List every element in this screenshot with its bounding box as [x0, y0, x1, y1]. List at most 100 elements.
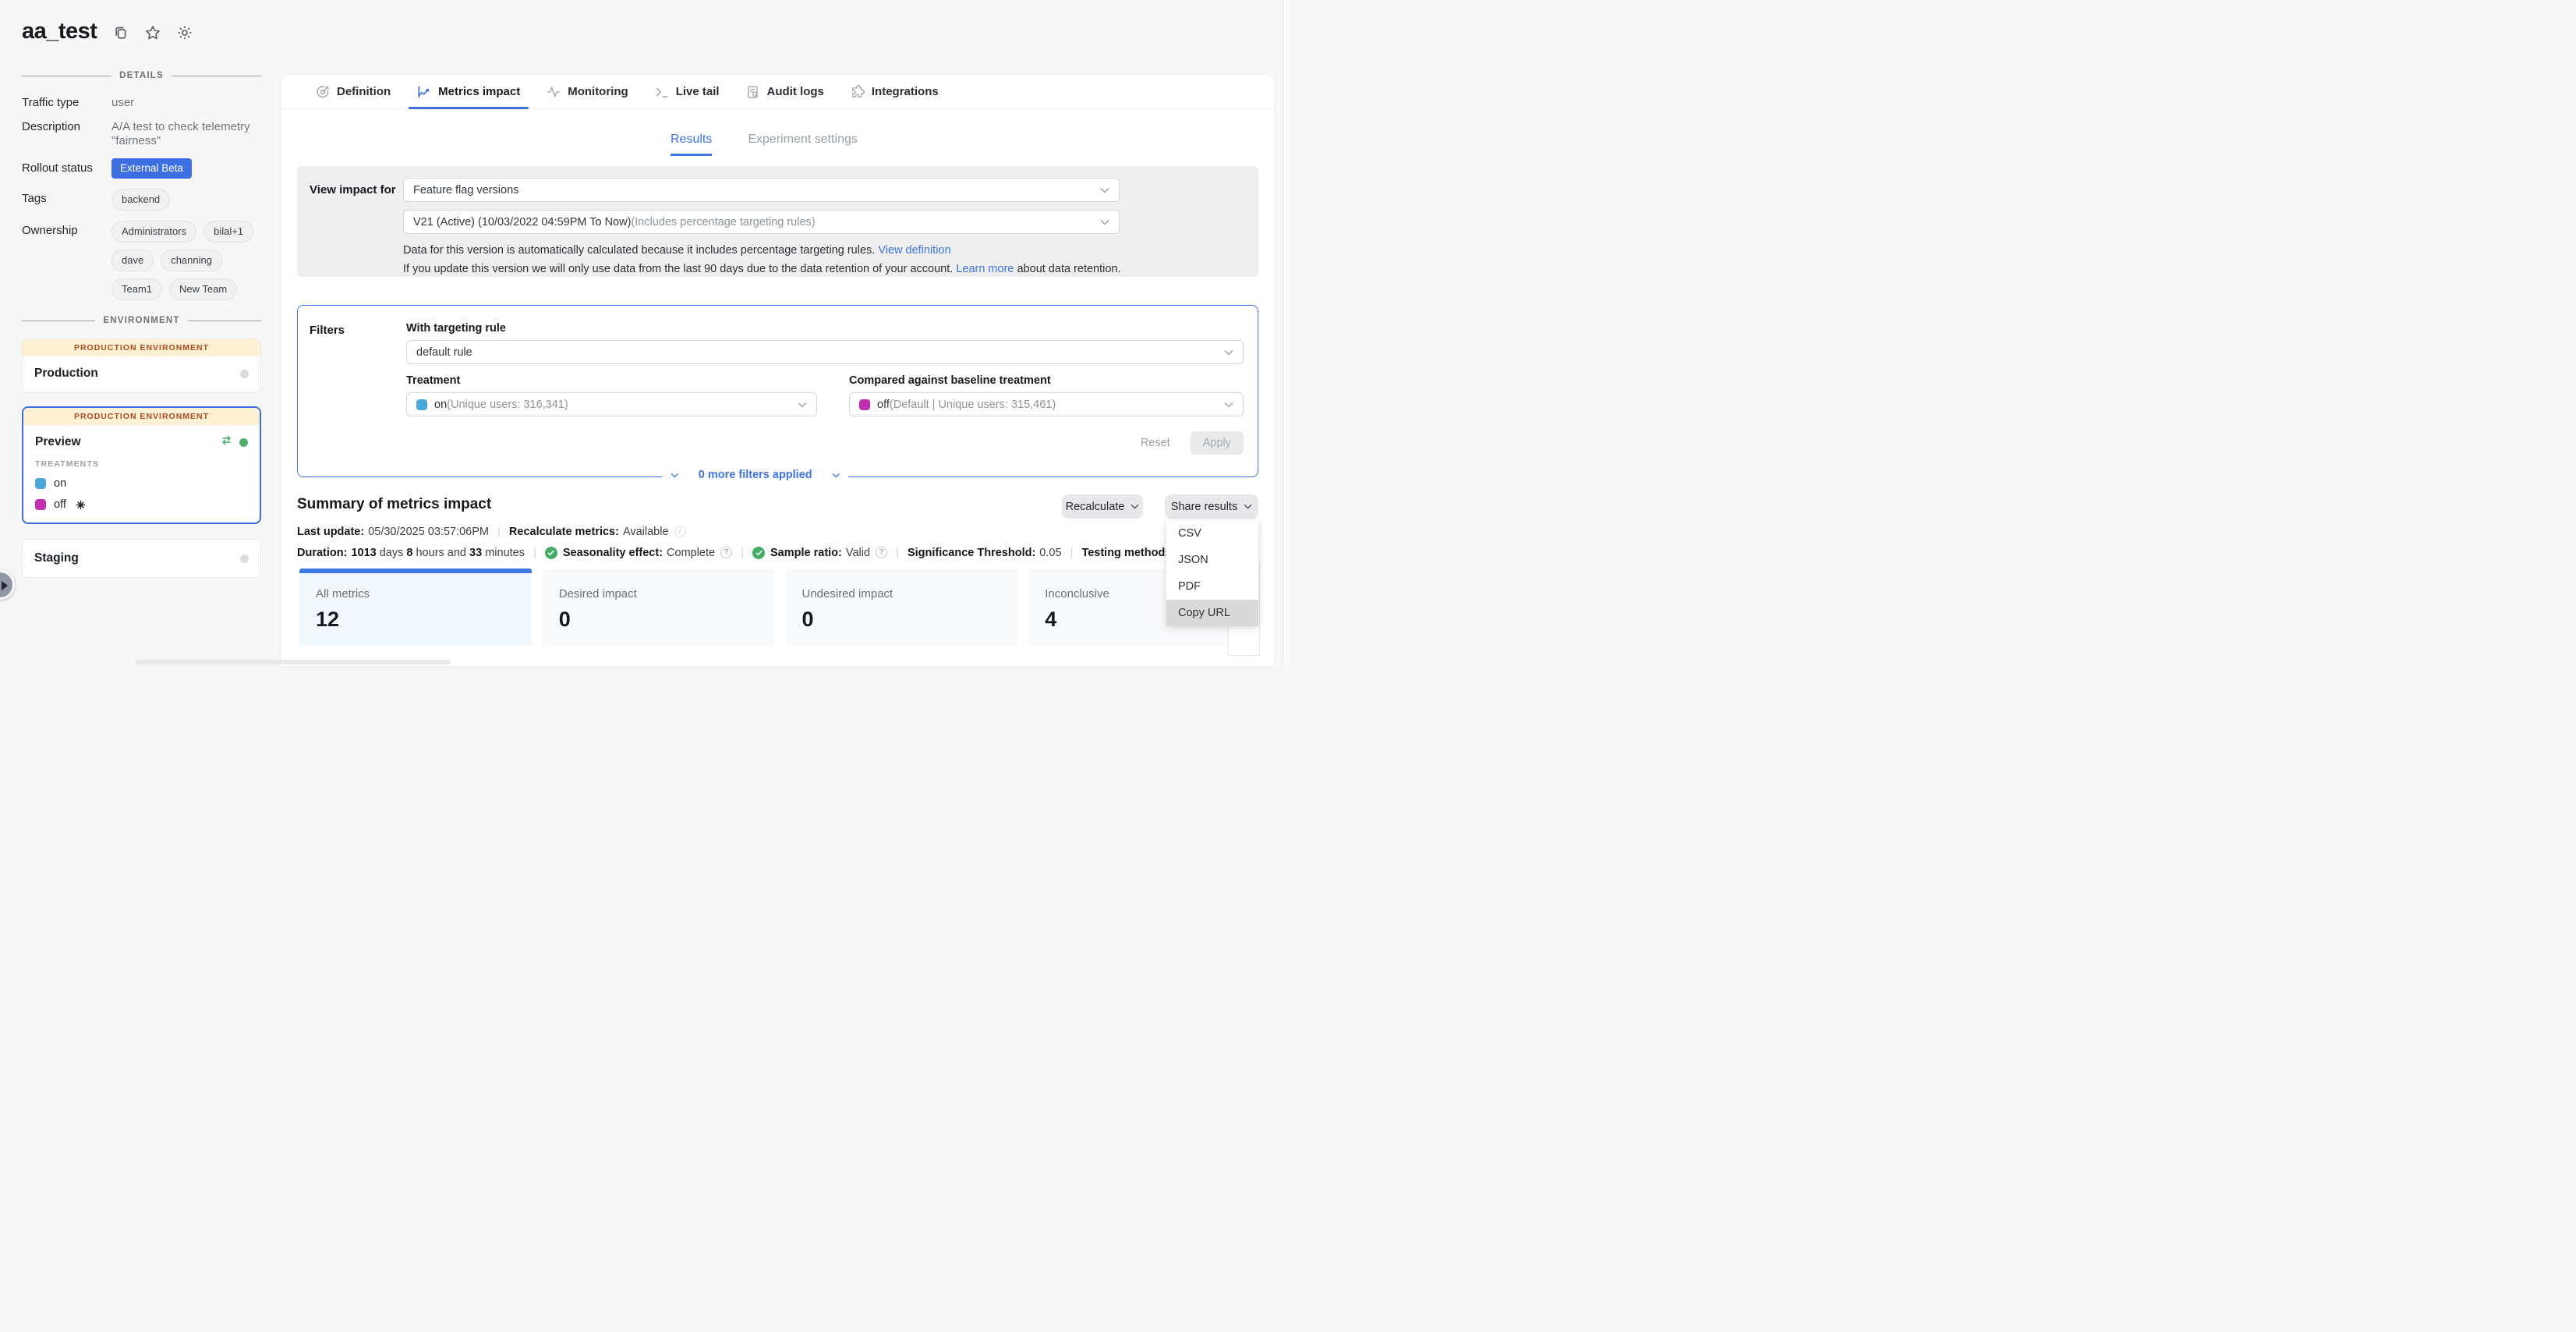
title-actions — [112, 24, 193, 41]
baseline-users-count: (Default | Unique users: 315,461) — [890, 399, 1056, 411]
menu-item-pdf[interactable]: PDF — [1166, 573, 1258, 600]
tab-integrations-label: Integrations — [872, 85, 939, 98]
metric-card-value: 0 — [802, 608, 1018, 632]
chevron-down-icon — [1224, 349, 1233, 356]
view-impact-label: View impact for — [310, 178, 403, 265]
production-environment-banner: PRODUCTION ENVIRONMENT — [23, 408, 260, 425]
version-type-select[interactable]: Feature flag versions — [403, 178, 1120, 202]
sidebar: aa_test DETAILS Traffic type user — [0, 0, 281, 666]
terminal-icon — [655, 85, 669, 99]
tag-pill[interactable]: backend — [111, 189, 170, 211]
main-tabbar: Definition Metrics impact Monitoring Liv… — [281, 75, 1274, 109]
share-results-button[interactable]: Share results — [1165, 494, 1258, 519]
metric-card-value: 0 — [559, 608, 775, 632]
more-filters-toggle[interactable]: 0 more filters applied — [662, 469, 849, 481]
env-name-production: Production — [34, 367, 98, 381]
version-type-value: Feature flag versions — [413, 184, 518, 197]
chevron-down-icon — [833, 473, 840, 478]
ownership-pill[interactable]: bilal+1 — [203, 221, 253, 243]
check-circle-icon — [545, 547, 557, 559]
star-icon[interactable] — [144, 24, 161, 41]
view-definition-link[interactable]: View definition — [878, 244, 950, 257]
rollout-status-badge[interactable]: External Beta — [111, 158, 192, 179]
treatment-on-swatch — [35, 478, 46, 489]
pulse-icon — [547, 85, 561, 99]
menu-item-copy-url[interactable]: Copy URL — [1166, 600, 1258, 626]
description-value: A/A test to check telemetry "fairness" — [111, 119, 253, 148]
version-value: V21 (Active) (10/03/2022 04:59PM To Now) — [413, 216, 631, 228]
treatment-off-label: off — [54, 498, 66, 511]
horizontal-scrollbar-thumb[interactable] — [136, 660, 451, 664]
summary-status-line-2: Duration: 1013 days 8 hours and 33 minut… — [297, 546, 1268, 559]
env-card-production[interactable]: PRODUCTION ENVIRONMENT Production — [22, 338, 261, 393]
divider: | — [896, 546, 899, 559]
treatment-on-label: on — [54, 477, 66, 490]
testing-method-label: Testing method: — [1081, 547, 1169, 559]
ownership-label: Ownership — [22, 219, 111, 300]
treatment-select[interactable]: on (Unique users: 316,341) — [406, 392, 817, 416]
details-header-label: DETAILS — [119, 71, 164, 80]
subtab-results[interactable]: Results — [671, 133, 712, 156]
significance-threshold-label: Significance Threshold: — [908, 547, 1035, 559]
recalculate-button[interactable]: Recalculate — [1062, 494, 1143, 519]
learn-more-link[interactable]: Learn more — [956, 263, 1014, 275]
ownership-pill[interactable]: Team1 — [111, 278, 162, 300]
tags-label: Tags — [22, 187, 111, 211]
ownership-pill[interactable]: New Team — [169, 278, 237, 300]
baseline-value: off — [877, 399, 890, 411]
ownership-pill[interactable]: channing — [161, 250, 222, 271]
environment-header-label: ENVIRONMENT — [103, 316, 179, 325]
recalculate-label: Recalculate — [1066, 501, 1125, 513]
swap-arrows-icon — [221, 435, 232, 449]
targeting-rule-select[interactable]: default rule — [406, 340, 1244, 364]
summary-heading: Summary of metrics impact — [297, 496, 491, 513]
view-impact-panel: View impact for Feature flag versions V2… — [297, 166, 1258, 277]
ownership-pill[interactable]: Administrators — [111, 221, 196, 243]
tab-integrations[interactable]: Integrations — [837, 75, 952, 108]
env-card-staging[interactable]: Staging — [22, 539, 261, 578]
ownership-pill[interactable]: dave — [111, 250, 154, 271]
baseline-filter-label: Compared against baseline treatment — [849, 374, 1244, 387]
baseline-select[interactable]: off (Default | Unique users: 315,461) — [849, 392, 1244, 416]
menu-item-csv[interactable]: CSV — [1166, 520, 1258, 547]
chevron-down-icon — [1244, 504, 1252, 509]
metric-card-undesired-impact[interactable]: Undesired impact 0 — [786, 569, 1018, 646]
tab-metrics-impact[interactable]: Metrics impact — [404, 75, 533, 108]
traffic-type-value: user — [111, 94, 261, 110]
treatment-off-swatch — [35, 499, 46, 510]
info-icon[interactable]: i — [674, 526, 686, 537]
tab-live-tail[interactable]: Live tail — [642, 75, 733, 108]
question-icon[interactable]: ? — [876, 547, 887, 558]
question-icon[interactable]: ? — [720, 547, 732, 558]
metric-card-label: Undesired impact — [802, 587, 1018, 600]
last-update-label: Last update: — [297, 526, 364, 538]
tab-monitoring[interactable]: Monitoring — [533, 75, 641, 108]
sample-ratio-label: Sample ratio: — [770, 547, 842, 559]
seasonality-label: Seasonality effect: — [563, 547, 663, 559]
share-results-label: Share results — [1171, 501, 1237, 513]
sample-ratio-value: Valid — [846, 547, 870, 559]
tab-audit-logs[interactable]: Audit logs — [733, 75, 837, 108]
divider: | — [497, 525, 501, 538]
significance-threshold-value: 0.05 — [1039, 547, 1061, 559]
traffic-type-row: Traffic type user — [22, 94, 261, 110]
menu-item-json[interactable]: JSON — [1166, 547, 1258, 573]
copy-icon[interactable] — [112, 24, 129, 41]
env-name-staging: Staging — [34, 551, 79, 565]
divider: | — [1070, 546, 1074, 559]
tab-definition[interactable]: Definition — [303, 75, 404, 108]
apply-button[interactable]: Apply — [1191, 431, 1244, 455]
results-subtabs: Results Experiment settings — [671, 133, 858, 156]
check-circle-icon — [752, 547, 765, 559]
subtab-experiment-settings[interactable]: Experiment settings — [748, 133, 858, 156]
reset-button[interactable]: Reset — [1141, 437, 1170, 449]
treatment-row-on: on — [35, 477, 248, 490]
duration-label: Duration: — [297, 547, 347, 559]
env-card-preview[interactable]: PRODUCTION ENVIRONMENT Preview TREATMENT… — [22, 406, 261, 524]
metric-card-all-metrics[interactable]: All metrics 12 — [299, 569, 532, 646]
vertical-scrollbar[interactable] — [1283, 0, 1288, 666]
target-icon — [316, 85, 330, 99]
gear-icon[interactable] — [176, 24, 193, 41]
metric-card-desired-impact[interactable]: Desired impact 0 — [543, 569, 775, 646]
version-select[interactable]: V21 (Active) (10/03/2022 04:59PM To Now)… — [403, 210, 1120, 234]
